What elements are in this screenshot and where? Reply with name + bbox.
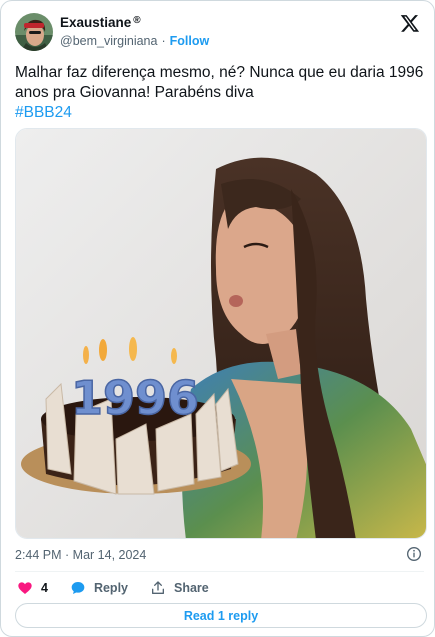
candle-digits: 1996	[71, 371, 199, 425]
follow-button[interactable]: Follow	[170, 34, 210, 48]
share-label: Share	[174, 581, 209, 595]
heart-icon	[18, 582, 32, 594]
tweet-text: Malhar faz diferença mesmo, né? Nunca qu…	[15, 63, 425, 123]
tweet-timestamp[interactable]: 2:44 PM · Mar 14, 2024	[15, 548, 146, 562]
tweet-actions: 4 Reply Share	[17, 579, 231, 597]
tweet-card: Exaustiane ® @bem_virginiana · Follow Ma…	[0, 0, 435, 637]
tweet-author: Exaustiane ® @bem_virginiana · Follow	[60, 14, 209, 48]
hashtag-link[interactable]: #BBB24	[15, 103, 425, 123]
share-button[interactable]: Share	[150, 580, 209, 596]
reply-bubble-icon	[71, 582, 85, 594]
like-button[interactable]: 4	[17, 580, 48, 596]
birthday-photo: 1996	[16, 129, 426, 538]
share-icon	[152, 581, 164, 594]
tweet-body: Malhar faz diferença mesmo, né? Nunca qu…	[15, 64, 424, 101]
separator-dot: ·	[161, 34, 166, 48]
registered-badge: ®	[133, 15, 141, 26]
like-count: 4	[41, 581, 48, 595]
read-replies-button[interactable]: Read 1 reply	[15, 603, 427, 628]
divider	[15, 571, 424, 572]
display-name[interactable]: Exaustiane	[60, 15, 131, 30]
reply-button[interactable]: Reply	[70, 580, 128, 596]
user-handle[interactable]: @bem_virginiana	[60, 34, 157, 48]
info-icon[interactable]	[406, 546, 422, 562]
tweet-photo[interactable]: 1996	[15, 128, 427, 539]
reply-label: Reply	[93, 581, 128, 595]
x-logo-icon[interactable]	[400, 13, 420, 33]
avatar[interactable]	[15, 13, 53, 51]
